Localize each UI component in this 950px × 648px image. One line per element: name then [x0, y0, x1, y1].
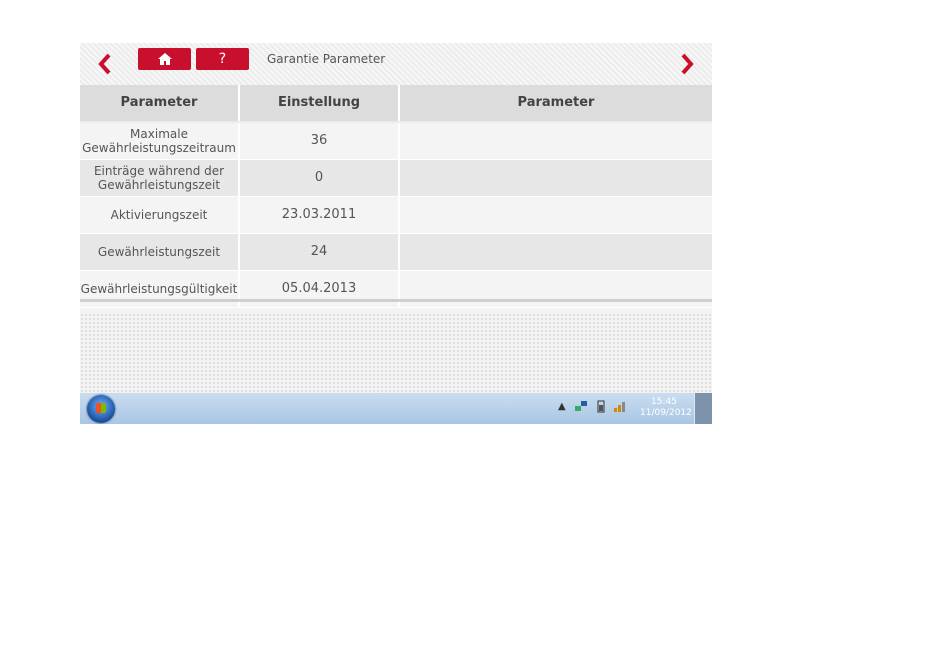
column-header-parameter-2: Parameter [517, 95, 595, 110]
parameter-table: Parameter Einstellung Parameter Maximale… [80, 85, 712, 308]
network-icon[interactable] [574, 399, 588, 416]
app-screen: ? Garantie Parameter Parameter Einstellu… [80, 43, 712, 424]
clock[interactable]: 15:45 11/09/2012 [640, 397, 692, 419]
chevron-left-icon [98, 53, 111, 75]
table-header: Parameter Einstellung Parameter [80, 85, 712, 123]
taskbar: ▲ 15:45 11/09/2012 [80, 393, 712, 424]
table-divider [80, 299, 712, 302]
header-bar: ? Garantie Parameter [80, 43, 712, 85]
background-pattern [80, 313, 712, 393]
row-value: 24 [240, 234, 400, 270]
windows-logo-icon [96, 403, 106, 413]
column-header-einstellung: Einstellung [240, 85, 400, 121]
row-extra [400, 234, 712, 270]
clock-date: 11/09/2012 [640, 408, 692, 418]
start-button[interactable] [87, 395, 115, 423]
show-desktop-button[interactable] [694, 393, 712, 424]
tray-expand-icon[interactable]: ▲ [558, 401, 566, 412]
row-value: 0 [240, 160, 400, 196]
forward-button[interactable] [676, 49, 698, 79]
column-header-parameter: Parameter [80, 85, 240, 121]
row-value: 23.03.2011 [240, 197, 400, 233]
row-extra [400, 123, 712, 159]
battery-icon[interactable] [596, 399, 606, 416]
help-label: ? [218, 51, 227, 67]
home-button[interactable] [138, 48, 191, 70]
table-row[interactable]: Gewährleistungsgültigkeit 05.04.2013 [80, 271, 712, 308]
back-button[interactable] [94, 49, 116, 79]
table-row[interactable]: Gewährleistungszeit 24 [80, 234, 712, 271]
row-name: Maximale Gewährleistungszeitraum [80, 123, 240, 159]
row-name: Einträge während der Gewährleistungszeit [80, 160, 240, 196]
help-button[interactable]: ? [196, 48, 249, 70]
table-row[interactable]: Maximale Gewährleistungszeitraum 36 [80, 123, 712, 160]
signal-icon[interactable] [613, 399, 627, 416]
page-title: Garantie Parameter [267, 52, 386, 66]
row-name: Aktivierungszeit [80, 197, 240, 233]
table-row[interactable]: Aktivierungszeit 23.03.2011 [80, 197, 712, 234]
chevron-right-icon [681, 53, 694, 75]
row-value: 36 [240, 123, 400, 159]
table-row[interactable]: Einträge während der Gewährleistungszeit… [80, 160, 712, 197]
row-name: Gewährleistungszeit [80, 234, 240, 270]
clock-time: 15:45 [651, 397, 677, 407]
home-icon [157, 53, 172, 65]
row-extra [400, 197, 712, 233]
row-extra [400, 160, 712, 196]
